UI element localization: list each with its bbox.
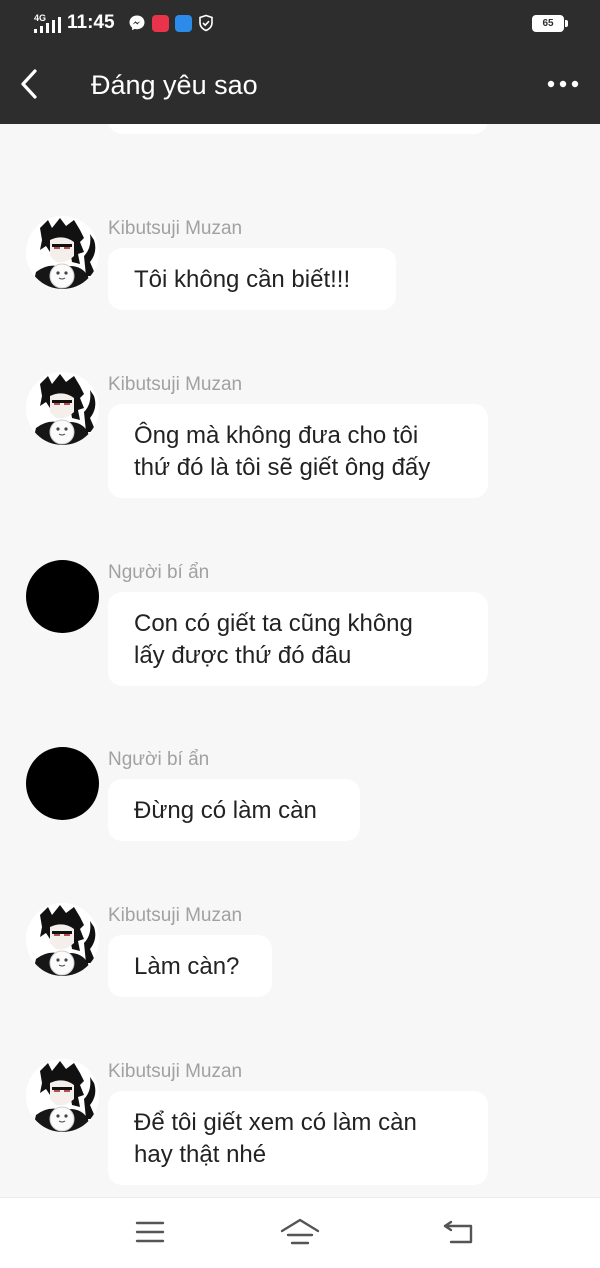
sender-name: Kibutsuji Muzan: [108, 374, 243, 395]
message-bubble[interactable]: Ông mà không đưa cho tôi thứ đó là tôi sẽ…: [108, 404, 488, 498]
back-button[interactable]: [12, 64, 46, 104]
message-bubble[interactable]: Con có giết ta cũng không lấy được thứ đó…: [108, 592, 488, 686]
shield-icon: [199, 14, 213, 32]
message-bubble[interactable]: Để tôi giết xem có làm càn hay thật nhé: [108, 1091, 488, 1185]
message-row: Người bí ẩn Đừng có làm càn: [0, 747, 600, 843]
home-icon: [280, 1218, 320, 1245]
message-row: Người bí ẩn Con có giết ta cũng không lấy …: [0, 560, 600, 688]
sender-name: Người bí ẩn: [108, 749, 210, 770]
message-text-line: Ông mà không đưa cho tôi: [134, 422, 419, 449]
message-text-line: Con có giết ta cũng không: [134, 610, 413, 637]
sender-name: Kibutsuji Muzan: [108, 1061, 243, 1082]
signal-4g-icon: 4G: [34, 13, 61, 33]
back-nav-button[interactable]: [438, 1216, 478, 1248]
message-row: Kibutsuji Muzan Ông mà không đưa cho tôi t…: [0, 372, 600, 500]
status-time: 11:45: [67, 12, 115, 33]
message-bubble[interactable]: Tôi không cần biết!!!: [108, 248, 396, 310]
battery-indicator: 65: [532, 15, 568, 32]
avatar-kibutsuji-muzan[interactable]: [26, 372, 99, 445]
menu-button[interactable]: [130, 1216, 170, 1248]
avatar-mystery-person[interactable]: [26, 560, 99, 633]
message-text-line: Làm càn?: [134, 953, 240, 980]
more-options-button[interactable]: [543, 68, 583, 100]
more-dots-icon: [547, 80, 579, 88]
network-label: 4G: [34, 13, 46, 23]
app-header: 4G 11:45 65 Đáng yêu sao: [0, 0, 600, 124]
message-row: Kibutsuji Muzan Làm càn?: [0, 903, 600, 999]
sender-name: Kibutsuji Muzan: [108, 218, 243, 239]
message-text-line: hay thật nhé: [134, 1141, 267, 1168]
avatar-kibutsuji-muzan[interactable]: [26, 903, 99, 976]
message-row: Kibutsuji Muzan Tôi không cần biết!!!: [0, 216, 600, 312]
avatar-mystery-person[interactable]: [26, 747, 99, 820]
message-text-line: thứ đó là tôi sẽ giết ông đấy: [134, 454, 431, 481]
home-button[interactable]: [280, 1216, 320, 1248]
manga-toon-icon: [152, 14, 169, 32]
message-text-line: lấy được thứ đó đâu: [134, 642, 352, 669]
messenger-icon: [129, 15, 145, 31]
notification-icons: [128, 14, 214, 32]
sender-name: Kibutsuji Muzan: [108, 905, 243, 926]
message-row: Kibutsuji Muzan Để tôi giết xem có làm cà…: [0, 1059, 600, 1187]
message-bubble[interactable]: Làm càn?: [108, 935, 272, 997]
message-bubble[interactable]: Đừng có làm càn: [108, 779, 360, 841]
avatar-kibutsuji-muzan[interactable]: [26, 216, 99, 289]
chat-message-list[interactable]: Người bí ẩnTa sẽ không thể đưa chocon đâ…: [0, 0, 600, 1197]
sender-name: Người bí ẩn: [108, 562, 210, 583]
novel-toon-icon: [175, 14, 192, 32]
back-icon: [443, 1220, 473, 1244]
message-text-line: Tôi không cần biết!!!: [134, 266, 351, 293]
avatar-kibutsuji-muzan[interactable]: [26, 1059, 99, 1132]
message-text-line: Đừng có làm càn: [134, 797, 317, 824]
system-navigation-bar: [0, 1197, 600, 1268]
back-chevron-icon: [21, 69, 37, 99]
conversation-title: Đáng yêu sao: [91, 70, 258, 100]
status-bar: 4G 11:45 65: [0, 0, 600, 46]
menu-icon: [135, 1221, 165, 1243]
message-text-line: Để tôi giết xem có làm càn: [134, 1109, 417, 1136]
